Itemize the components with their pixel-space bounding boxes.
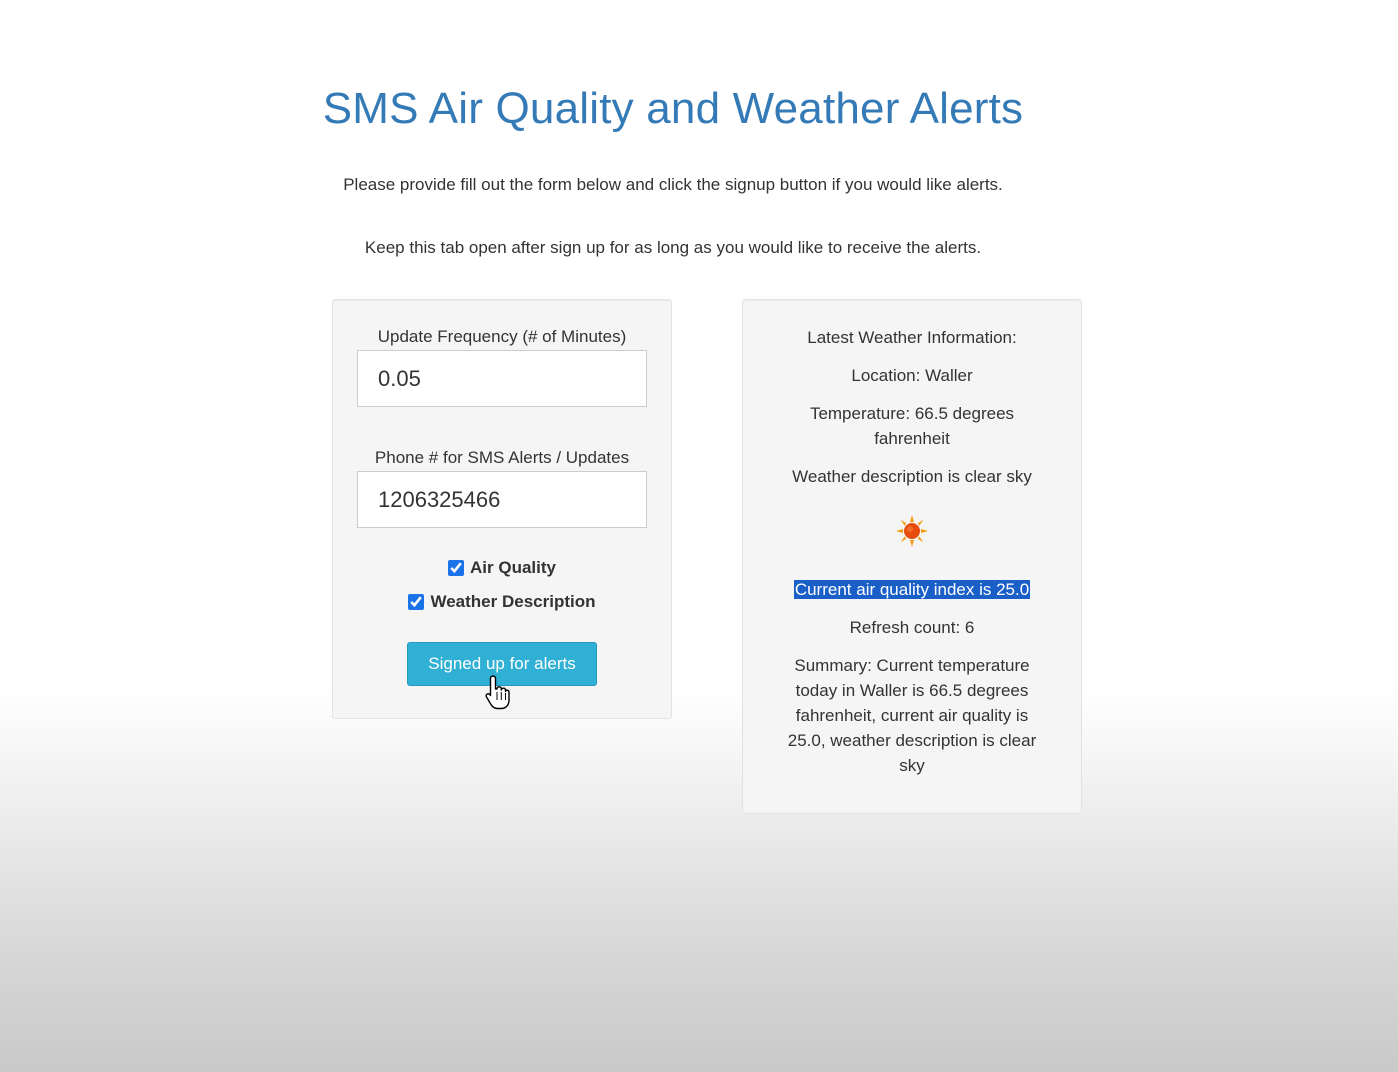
weather-description-option[interactable]: Weather Description xyxy=(333,592,671,612)
frequency-label: Update Frequency (# of Minutes) xyxy=(377,327,627,346)
refresh-count-text: Refresh count: 6 xyxy=(849,618,975,637)
air-quality-highlight: Current air quality index is 25.0 xyxy=(793,580,1031,599)
sun-icon xyxy=(896,515,928,547)
hand-cursor-icon xyxy=(485,675,510,710)
phone-input[interactable] xyxy=(357,471,647,528)
signup-form-panel: Update Frequency (# of Minutes) Phone # … xyxy=(332,299,672,719)
summary-text: Summary: Current temperature today in Wa… xyxy=(787,656,1037,775)
location-text: Location: Waller xyxy=(851,366,973,385)
air-quality-checkbox[interactable] xyxy=(448,560,465,576)
phone-label: Phone # for SMS Alerts / Updates xyxy=(374,448,630,467)
air-quality-text: Current air quality index is 25.0 xyxy=(753,577,1071,602)
weather-description-checkbox[interactable] xyxy=(408,594,425,610)
air-quality-option[interactable]: Air Quality xyxy=(333,558,671,578)
weather-description-text: Weather description is clear sky xyxy=(792,467,1032,486)
weather-info-panel: Latest Weather Information: Location: Wa… xyxy=(742,299,1082,814)
info-heading: Latest Weather Information: xyxy=(807,328,1017,347)
intro-text: Please provide fill out the form below a… xyxy=(343,175,1003,194)
air-quality-label: Air Quality xyxy=(470,558,556,577)
frequency-input[interactable] xyxy=(357,350,647,407)
temperature-text: Temperature: 66.5 degrees fahrenheit xyxy=(809,404,1015,448)
page-title: SMS Air Quality and Weather Alerts xyxy=(322,84,1024,133)
weather-description-label: Weather Description xyxy=(430,592,596,611)
intro-note: Keep this tab open after sign up for as … xyxy=(364,238,982,257)
